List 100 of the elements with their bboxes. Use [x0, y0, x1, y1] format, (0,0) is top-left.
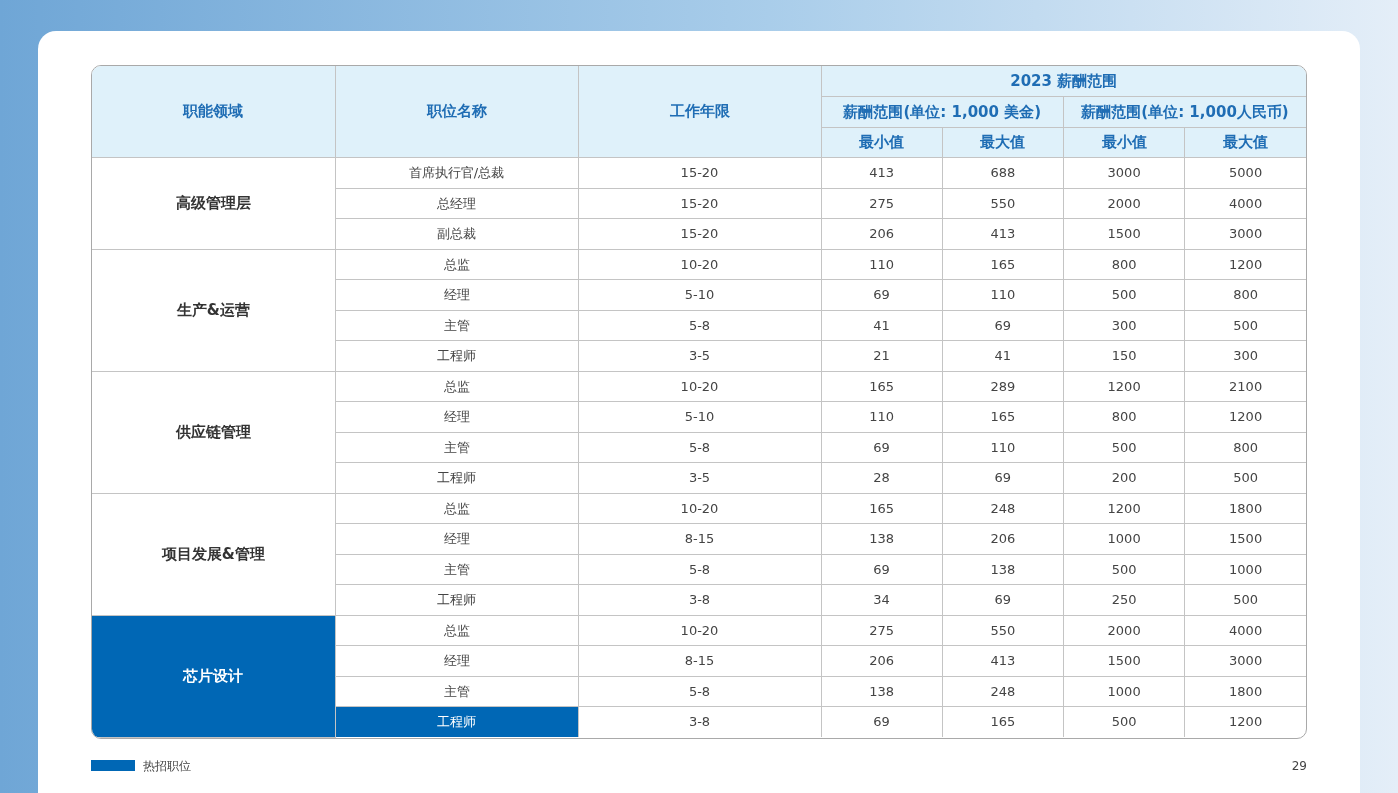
- table-cell: 550: [942, 188, 1064, 219]
- table-cell: 8-15: [578, 523, 821, 554]
- table-cell: 15-20: [578, 218, 821, 249]
- table-cell: 5-8: [578, 554, 821, 585]
- table-cell: 10-20: [578, 249, 821, 280]
- table-cell: 150: [1063, 340, 1185, 371]
- table-cell: 主管: [335, 554, 578, 585]
- table-cell: 289: [942, 371, 1064, 402]
- table-cell: 经理: [335, 645, 578, 676]
- table-cell: 10-20: [578, 371, 821, 402]
- column-header: 最小值: [821, 127, 943, 158]
- table-cell: 500: [1063, 432, 1185, 463]
- table-cell: 275: [821, 615, 943, 646]
- table-cell: 165: [821, 493, 943, 524]
- table-cell: 110: [942, 279, 1064, 310]
- table-cell: 3-5: [578, 340, 821, 371]
- table-cell: 165: [821, 371, 943, 402]
- table-cell: 主管: [335, 432, 578, 463]
- table-cell: 1500: [1063, 645, 1185, 676]
- column-group-header: 薪酬范围(单位: 1,000人民币): [1063, 96, 1306, 127]
- table-cell: 3000: [1063, 157, 1185, 188]
- table-cell: 165: [942, 401, 1064, 432]
- table-cell: 69: [821, 554, 943, 585]
- table-cell: 1000: [1063, 676, 1185, 707]
- table-cell: 250: [1063, 584, 1185, 615]
- page-number: 29: [1291, 757, 1307, 775]
- table-cell: 总监: [335, 249, 578, 280]
- table-cell: 工程师: [335, 584, 578, 615]
- table-cell: 15-20: [578, 157, 821, 188]
- table-cell: 69: [942, 462, 1064, 493]
- table-cell: 15-20: [578, 188, 821, 219]
- table-cell: 5000: [1184, 157, 1306, 188]
- table-cell: 688: [942, 157, 1064, 188]
- table-cell: 工程师: [335, 706, 578, 737]
- table-cell: 总监: [335, 615, 578, 646]
- group-cell: 高级管理层: [92, 157, 335, 249]
- table-cell: 5-8: [578, 676, 821, 707]
- table-cell: 69: [942, 584, 1064, 615]
- group-cell: 供应链管理: [92, 371, 335, 493]
- table-cell: 5-8: [578, 310, 821, 341]
- table-cell: 5-10: [578, 401, 821, 432]
- table-cell: 41: [942, 340, 1064, 371]
- table-cell: 副总裁: [335, 218, 578, 249]
- table-cell: 275: [821, 188, 943, 219]
- group-cell: 生产&运营: [92, 249, 335, 371]
- column-header: 最小值: [1063, 127, 1185, 158]
- table-cell: 经理: [335, 279, 578, 310]
- table-cell: 1000: [1063, 523, 1185, 554]
- table-cell: 总监: [335, 371, 578, 402]
- table-cell: 413: [821, 157, 943, 188]
- column-group-header: 2023 薪酬范围: [821, 66, 1306, 97]
- table-cell: 69: [821, 279, 943, 310]
- table-cell: 28: [821, 462, 943, 493]
- table-cell: 主管: [335, 310, 578, 341]
- table-cell: 工程师: [335, 462, 578, 493]
- table-cell: 300: [1063, 310, 1185, 341]
- legend-swatch: [91, 760, 135, 771]
- table-cell: 206: [821, 645, 943, 676]
- table-cell: 总经理: [335, 188, 578, 219]
- column-header: 最大值: [942, 127, 1064, 158]
- column-header: 职能领域: [92, 66, 335, 158]
- table-cell: 500: [1063, 279, 1185, 310]
- table-cell: 经理: [335, 401, 578, 432]
- table-cell: 总监: [335, 493, 578, 524]
- table-cell: 800: [1063, 401, 1185, 432]
- table-cell: 248: [942, 676, 1064, 707]
- table-cell: 经理: [335, 523, 578, 554]
- table-cell: 3-5: [578, 462, 821, 493]
- group-cell: 项目发展&管理: [92, 493, 335, 615]
- table-cell: 1200: [1063, 493, 1185, 524]
- column-header: 最大值: [1184, 127, 1306, 158]
- table-cell: 8-15: [578, 645, 821, 676]
- table-cell: 138: [821, 676, 943, 707]
- table-cell: 550: [942, 615, 1064, 646]
- table-cell: 248: [942, 493, 1064, 524]
- table-cell: 138: [942, 554, 1064, 585]
- table-cell: 10-20: [578, 615, 821, 646]
- table-cell: 首席执行官/总裁: [335, 157, 578, 188]
- table-cell: 206: [821, 218, 943, 249]
- table-cell: 3-8: [578, 584, 821, 615]
- table-cell: 200: [1063, 462, 1185, 493]
- table-cell: 1500: [1063, 218, 1185, 249]
- table-cell: 138: [821, 523, 943, 554]
- group-cell: 芯片设计: [92, 615, 335, 737]
- table-cell: 800: [1063, 249, 1185, 280]
- column-header: 职位名称: [335, 66, 578, 158]
- table-cell: 2000: [1063, 188, 1185, 219]
- table-cell: 5-10: [578, 279, 821, 310]
- table-cell: 21: [821, 340, 943, 371]
- table-cell: 110: [821, 401, 943, 432]
- column-header: 工作年限: [578, 66, 821, 158]
- table-cell: 1200: [1184, 706, 1306, 737]
- table-cell: 34: [821, 584, 943, 615]
- table-cell: 2000: [1063, 615, 1185, 646]
- table-cell: 69: [821, 432, 943, 463]
- table-cell: 110: [821, 249, 943, 280]
- table-cell: 165: [942, 249, 1064, 280]
- table-cell: 500: [1063, 554, 1185, 585]
- table-cell: 206: [942, 523, 1064, 554]
- table-cell: 10-20: [578, 493, 821, 524]
